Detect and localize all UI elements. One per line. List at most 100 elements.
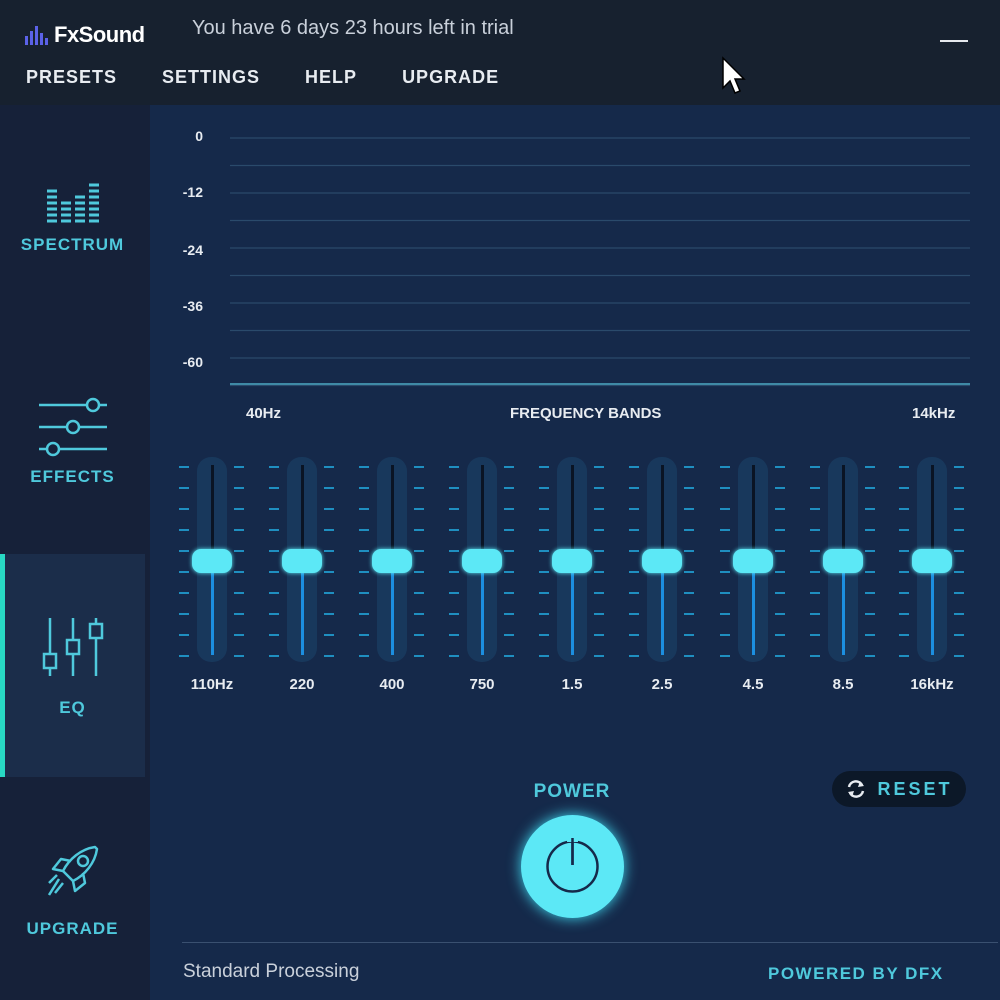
tick-mark <box>504 487 514 489</box>
x-start-label: 40Hz <box>246 405 282 422</box>
tick-mark <box>775 655 785 657</box>
slider-thumb[interactable] <box>192 549 232 573</box>
tick-mark <box>954 613 964 615</box>
tick-mark <box>954 592 964 594</box>
slider-thumb[interactable] <box>642 549 682 573</box>
tick-mark <box>504 655 514 657</box>
tick-mark <box>684 634 694 636</box>
tick-mark <box>414 529 424 531</box>
eq-slider[interactable] <box>818 457 868 662</box>
tick-mark <box>414 508 424 510</box>
tick-mark <box>810 592 820 594</box>
tick-mark <box>414 550 424 552</box>
tick-mark <box>179 508 189 510</box>
tick-mark <box>865 550 875 552</box>
sidebar-item-effects[interactable]: EFFECTS <box>0 395 145 495</box>
slider-ticks <box>179 457 193 662</box>
tick-mark <box>954 571 964 573</box>
menu-settings[interactable]: SETTINGS <box>162 67 260 88</box>
tick-mark <box>720 613 730 615</box>
slider-rail-lower <box>931 560 934 655</box>
tick-mark <box>324 529 334 531</box>
slider-ticks <box>899 457 913 662</box>
tick-mark <box>594 571 604 573</box>
tick-mark <box>629 634 639 636</box>
tick-mark <box>899 571 909 573</box>
slider-rail-upper <box>391 465 394 560</box>
minimize-button[interactable] <box>940 40 968 42</box>
tick-mark <box>594 550 604 552</box>
tick-mark <box>629 466 639 468</box>
slider-rail-lower <box>211 560 214 655</box>
sidebar: SPECTRUM EFFECTS EQ UPGRADE <box>0 105 150 1000</box>
sidebar-item-upgrade[interactable]: UPGRADE <box>0 843 145 953</box>
tick-mark <box>414 487 424 489</box>
tick-mark <box>775 508 785 510</box>
eq-slider[interactable] <box>277 457 327 662</box>
tick-mark <box>865 529 875 531</box>
tick-mark <box>720 571 730 573</box>
slider-thumb[interactable] <box>912 549 952 573</box>
menu-help[interactable]: HELP <box>305 67 357 88</box>
sidebar-item-eq[interactable]: EQ <box>0 554 145 777</box>
tick-mark <box>504 508 514 510</box>
tick-mark <box>899 550 909 552</box>
eq-slider[interactable] <box>367 457 417 662</box>
menu-presets[interactable]: PRESETS <box>26 67 117 88</box>
eq-slider[interactable] <box>728 457 778 662</box>
tick-mark <box>954 634 964 636</box>
reset-button[interactable]: RESET <box>832 771 966 807</box>
slider-rail-lower <box>391 560 394 655</box>
slider-thumb[interactable] <box>823 549 863 573</box>
chart-title: FREQUENCY BANDS <box>510 405 662 422</box>
eq-slider[interactable] <box>637 457 687 662</box>
tick-mark <box>629 571 639 573</box>
power-button[interactable] <box>521 815 624 918</box>
slider-ticks <box>629 457 643 662</box>
slider-rail-lower <box>301 560 304 655</box>
eq-slider[interactable] <box>547 457 597 662</box>
tick-mark <box>899 508 909 510</box>
tick-mark <box>179 550 189 552</box>
tick-mark <box>414 655 424 657</box>
slider-ticks <box>359 457 373 662</box>
tick-mark <box>179 529 189 531</box>
slider-thumb[interactable] <box>372 549 412 573</box>
slider-thumb[interactable] <box>462 549 502 573</box>
tick-mark <box>684 508 694 510</box>
sidebar-item-spectrum[interactable]: SPECTRUM <box>0 175 145 275</box>
tick-mark <box>810 550 820 552</box>
tick-mark <box>504 613 514 615</box>
eq-slider[interactable] <box>457 457 507 662</box>
tick-mark <box>269 529 279 531</box>
y-tick-label: 0 <box>195 128 203 144</box>
tick-mark <box>539 529 549 531</box>
y-tick-label: -24 <box>182 242 203 258</box>
tick-mark <box>775 550 785 552</box>
eq-slider[interactable] <box>907 457 957 662</box>
slider-ticks <box>865 457 879 662</box>
slider-thumb[interactable] <box>282 549 322 573</box>
powered-by: POWERED BY DFX <box>768 964 944 983</box>
tick-mark <box>899 487 909 489</box>
tick-mark <box>720 550 730 552</box>
tick-mark <box>775 592 785 594</box>
tick-mark <box>234 487 244 489</box>
slider-ticks <box>234 457 248 662</box>
x-end-label: 14kHz <box>912 405 956 422</box>
tick-mark <box>865 613 875 615</box>
menu-upgrade[interactable]: UPGRADE <box>402 67 499 88</box>
tick-mark <box>810 571 820 573</box>
tick-mark <box>865 571 875 573</box>
logo-bars-icon <box>25 25 48 45</box>
active-indicator <box>0 554 5 777</box>
tick-mark <box>359 550 369 552</box>
menu-bar: PRESETS SETTINGS HELP UPGRADE <box>26 67 544 88</box>
tick-mark <box>269 634 279 636</box>
slider-thumb[interactable] <box>733 549 773 573</box>
tick-mark <box>775 571 785 573</box>
slider-thumb[interactable] <box>552 549 592 573</box>
tick-mark <box>359 487 369 489</box>
eq-slider[interactable] <box>187 457 237 662</box>
tick-mark <box>810 466 820 468</box>
